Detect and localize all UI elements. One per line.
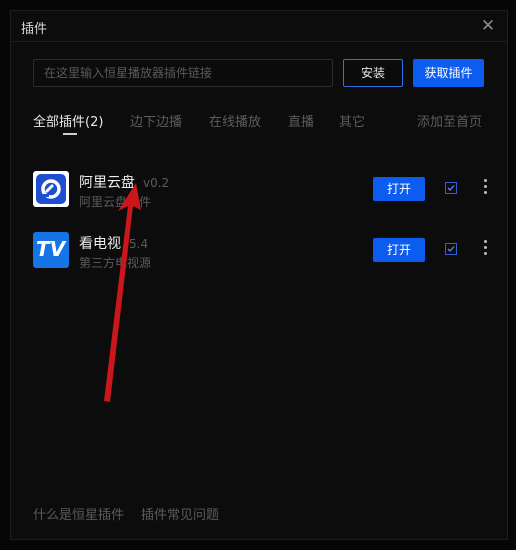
window-corner-decoration [474,0,496,6]
title-bar: 插件 ✕ [11,11,507,42]
plugin-version: v0.2 [143,176,170,190]
close-icon[interactable]: ✕ [477,15,499,37]
what-is-plugin-link[interactable]: 什么是恒星插件 [33,504,124,523]
tv-icon: TV [33,232,69,268]
tab-download-play[interactable]: 边下边播 [130,111,182,130]
dialog-title: 插件 [21,22,48,37]
enable-checkbox[interactable] [445,243,457,255]
plugin-version: 5.4 [129,237,149,251]
plugin-faq-link[interactable]: 插件常见问题 [141,504,219,523]
more-options-icon[interactable] [479,238,491,262]
tab-other[interactable]: 其它 [339,111,365,130]
checkmark-icon [447,246,455,252]
aliyundrive-icon [33,171,69,207]
plugin-row: 阿里云盘 v0.2 阿里云盘插件 打开 [33,171,493,211]
plugin-link-input[interactable] [33,59,333,87]
open-plugin-button[interactable]: 打开 [373,177,425,201]
get-plugin-button[interactable]: 获取插件 [413,59,484,87]
plugin-name: 阿里云盘 v0.2 [79,175,170,191]
add-to-home-link[interactable]: 添加至首页 [417,111,482,130]
plugin-name: 看电视 5.4 [79,236,149,252]
install-button[interactable]: 安装 [343,59,403,87]
tab-live[interactable]: 直播 [288,111,314,130]
checkmark-icon [447,185,455,191]
open-plugin-button[interactable]: 打开 [373,238,425,262]
plugin-description: 阿里云盘插件 [79,195,152,209]
plugins-dialog: 插件 ✕ 安装 获取插件 全部插件(2) 边下边播 在线播放 直播 其它 添加至… [10,10,508,540]
plugin-description: 第三方电视源 [79,256,152,270]
tab-online-play[interactable]: 在线播放 [209,111,261,130]
plugin-row: TV 看电视 5.4 第三方电视源 打开 [33,232,493,272]
more-options-icon[interactable] [479,177,491,201]
active-tab-indicator [63,133,77,135]
enable-checkbox[interactable] [445,182,457,194]
tab-all-plugins[interactable]: 全部插件(2) [33,111,103,130]
